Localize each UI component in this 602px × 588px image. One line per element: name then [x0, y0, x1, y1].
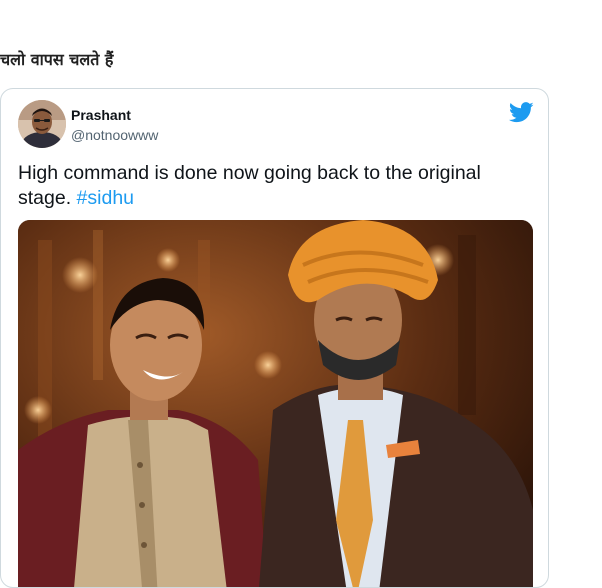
author-handle[interactable]: @notnoowww — [71, 127, 158, 143]
tweet-photo[interactable] — [18, 220, 533, 587]
page-heading: चलो वापस चलते हैं — [0, 50, 114, 69]
tweet-card[interactable]: Prashant @notnoowww High command is done… — [0, 88, 549, 588]
twitter-bird-icon[interactable] — [508, 102, 534, 123]
tweet-text: High command is done now going back to t… — [18, 161, 518, 211]
hashtag-link[interactable]: #sidhu — [77, 187, 134, 209]
author-name[interactable]: Prashant — [71, 107, 131, 123]
author-avatar[interactable] — [18, 100, 66, 148]
